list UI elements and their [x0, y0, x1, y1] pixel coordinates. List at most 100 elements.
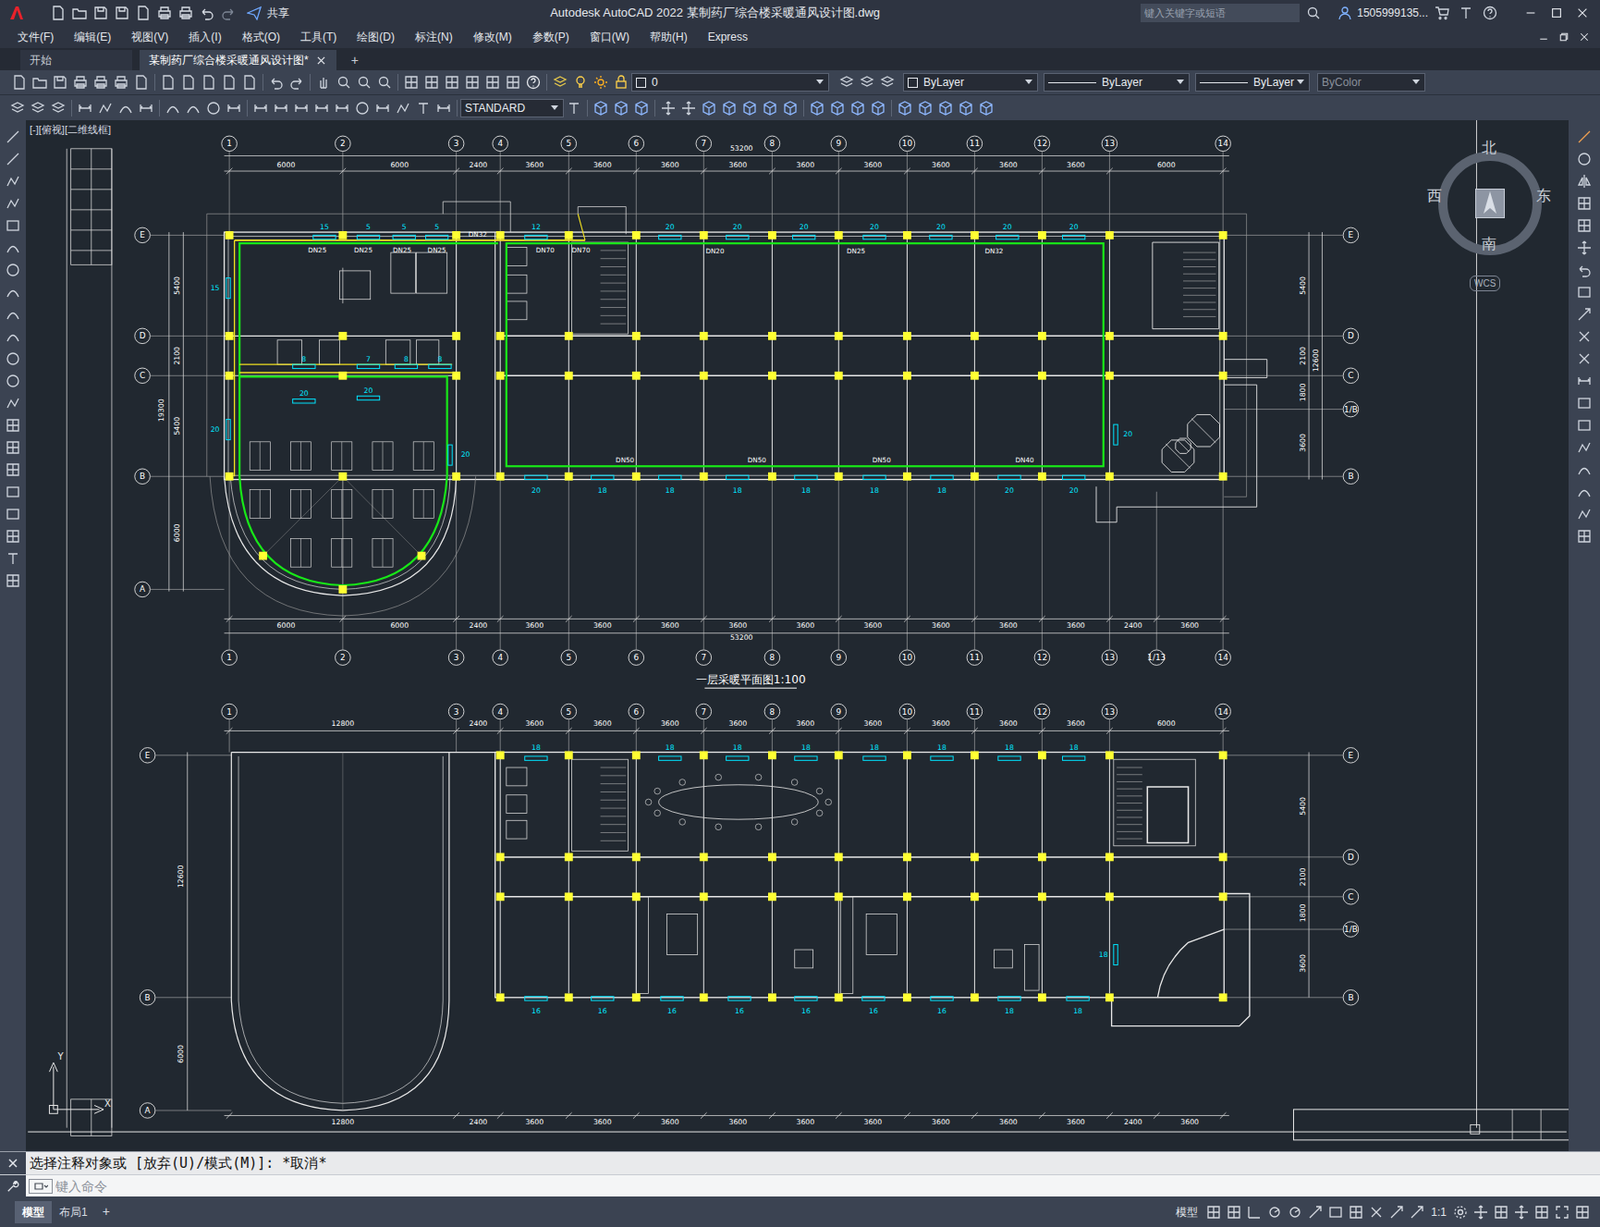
solid-icon[interactable] — [631, 97, 652, 119]
grid-icon[interactable] — [401, 72, 422, 93]
doc-restore-icon[interactable] — [1553, 27, 1575, 47]
menu-item[interactable]: Express — [697, 28, 758, 46]
close-command-icon[interactable] — [6, 1156, 20, 1170]
solid-icon[interactable] — [739, 97, 760, 119]
arc-icon[interactable] — [162, 97, 184, 119]
viewport-controls[interactable]: [-][俯视][二维线框] — [29, 122, 111, 138]
user-account[interactable]: 1505999135... — [1334, 2, 1429, 24]
arc-icon[interactable] — [0, 303, 26, 326]
trim-icon[interactable] — [1571, 347, 1598, 370]
polyline-icon[interactable] — [0, 170, 26, 193]
circle-icon[interactable] — [0, 369, 26, 392]
menu-item[interactable]: 绘图(D) — [346, 28, 405, 46]
arc-icon[interactable] — [1571, 458, 1598, 481]
line-icon[interactable] — [0, 125, 26, 148]
solid-icon[interactable] — [955, 97, 977, 119]
trim-icon[interactable] — [1366, 1201, 1387, 1222]
save-as-icon[interactable] — [111, 2, 133, 24]
drawing[interactable]: 1555512202020202020202018181818181820201… — [25, 120, 1569, 1151]
close-icon[interactable] — [1570, 1, 1595, 25]
document-icon[interactable] — [9, 72, 30, 93]
polyline-icon[interactable] — [0, 391, 26, 415]
solid-icon[interactable] — [610, 97, 632, 119]
new-tab-button[interactable]: + — [343, 49, 367, 71]
zoom-icon[interactable] — [333, 72, 355, 93]
undo-icon[interactable] — [1571, 258, 1598, 281]
search-field[interactable] — [1140, 3, 1300, 23]
user-icon[interactable] — [1334, 2, 1356, 24]
grid-icon[interactable] — [1345, 1201, 1367, 1222]
grid-icon[interactable] — [1531, 1201, 1552, 1222]
trim-icon[interactable] — [1571, 325, 1598, 348]
move-icon[interactable] — [1511, 1201, 1532, 1222]
move-icon[interactable] — [1571, 236, 1598, 259]
dimension-icon[interactable] — [291, 97, 312, 119]
print-icon[interactable] — [70, 72, 91, 93]
grid-icon[interactable] — [1571, 525, 1598, 548]
file-tab[interactable]: 某制药厂综合楼采暖通风设计图* — [139, 49, 337, 71]
solid-icon[interactable] — [806, 97, 828, 119]
dropdown[interactable]: 0 — [631, 73, 830, 92]
document-icon[interactable] — [158, 72, 179, 93]
layer-previous-icon[interactable] — [856, 72, 878, 93]
share-icon[interactable] — [244, 2, 265, 24]
viewcube[interactable]: 北南西东WCS — [1427, 134, 1553, 300]
layer-icon[interactable] — [7, 97, 28, 119]
solid-icon[interactable] — [698, 97, 720, 119]
circle-icon[interactable] — [1571, 147, 1598, 171]
layer-icon[interactable] — [48, 97, 69, 119]
line-icon[interactable] — [1571, 125, 1598, 148]
grid-icon[interactable] — [0, 414, 26, 437]
minimize-icon[interactable] — [1518, 1, 1543, 25]
cart-icon[interactable] — [1431, 2, 1453, 24]
grid-icon[interactable] — [482, 72, 503, 93]
dropdown-arrow-icon[interactable] — [815, 77, 825, 87]
dropdown-arrow-icon[interactable] — [1295, 77, 1306, 87]
help-icon[interactable] — [523, 72, 544, 93]
menu-item[interactable]: 工具(T) — [290, 28, 347, 46]
dimension-icon[interactable] — [372, 97, 393, 119]
dropdown[interactable]: ByLayer — [1195, 73, 1310, 92]
layout-tab[interactable]: 模型 — [14, 1200, 52, 1223]
grid-icon[interactable] — [421, 72, 442, 93]
document-icon[interactable] — [219, 72, 240, 93]
arc-icon[interactable] — [0, 280, 26, 304]
menu-item[interactable]: 视图(V) — [121, 28, 179, 46]
ucs-menu[interactable]: WCS — [1469, 275, 1501, 292]
annotation-scale[interactable]: 1:1 — [1427, 1203, 1451, 1221]
pline-icon[interactable] — [95, 97, 116, 119]
rect-icon[interactable] — [0, 502, 26, 526]
zoom-icon[interactable] — [374, 72, 395, 93]
new-icon[interactable] — [48, 2, 69, 24]
grid-icon[interactable] — [0, 569, 26, 592]
rect-icon[interactable] — [1571, 280, 1598, 304]
layer-on-icon[interactable] — [570, 72, 591, 93]
menu-item[interactable]: 文件(F) — [7, 28, 64, 46]
grid-icon[interactable] — [502, 72, 524, 93]
dropdown[interactable]: STANDARD — [460, 98, 564, 118]
scale-icon[interactable] — [1571, 303, 1598, 326]
redo-icon[interactable] — [286, 72, 307, 93]
grid-icon[interactable] — [1203, 1201, 1224, 1222]
dimension-icon[interactable] — [331, 97, 353, 119]
move-icon[interactable] — [658, 97, 679, 119]
solid-icon[interactable] — [894, 97, 916, 119]
dropdown[interactable]: ByColor — [1317, 73, 1426, 92]
hand-icon[interactable] — [313, 72, 334, 93]
rect-icon[interactable] — [1571, 414, 1598, 437]
arc-icon[interactable] — [183, 97, 204, 119]
customize-icon[interactable] — [5, 1178, 21, 1194]
document-icon[interactable] — [131, 72, 152, 93]
menu-item[interactable]: 参数(P) — [522, 28, 580, 46]
layer-properties-icon[interactable] — [549, 72, 571, 93]
menu-item[interactable]: 窗口(W) — [579, 28, 640, 46]
solid-icon[interactable] — [976, 97, 997, 119]
dimension-icon[interactable] — [135, 97, 157, 119]
dropdown-arrow-icon[interactable] — [549, 103, 560, 113]
command-prompt-icon[interactable] — [28, 1178, 53, 1194]
polar-icon[interactable] — [1264, 1201, 1285, 1222]
rect-icon[interactable] — [0, 214, 26, 237]
viewcube-face[interactable] — [1475, 188, 1505, 219]
open-icon[interactable] — [69, 2, 90, 24]
layer-lock-icon[interactable] — [610, 72, 632, 93]
